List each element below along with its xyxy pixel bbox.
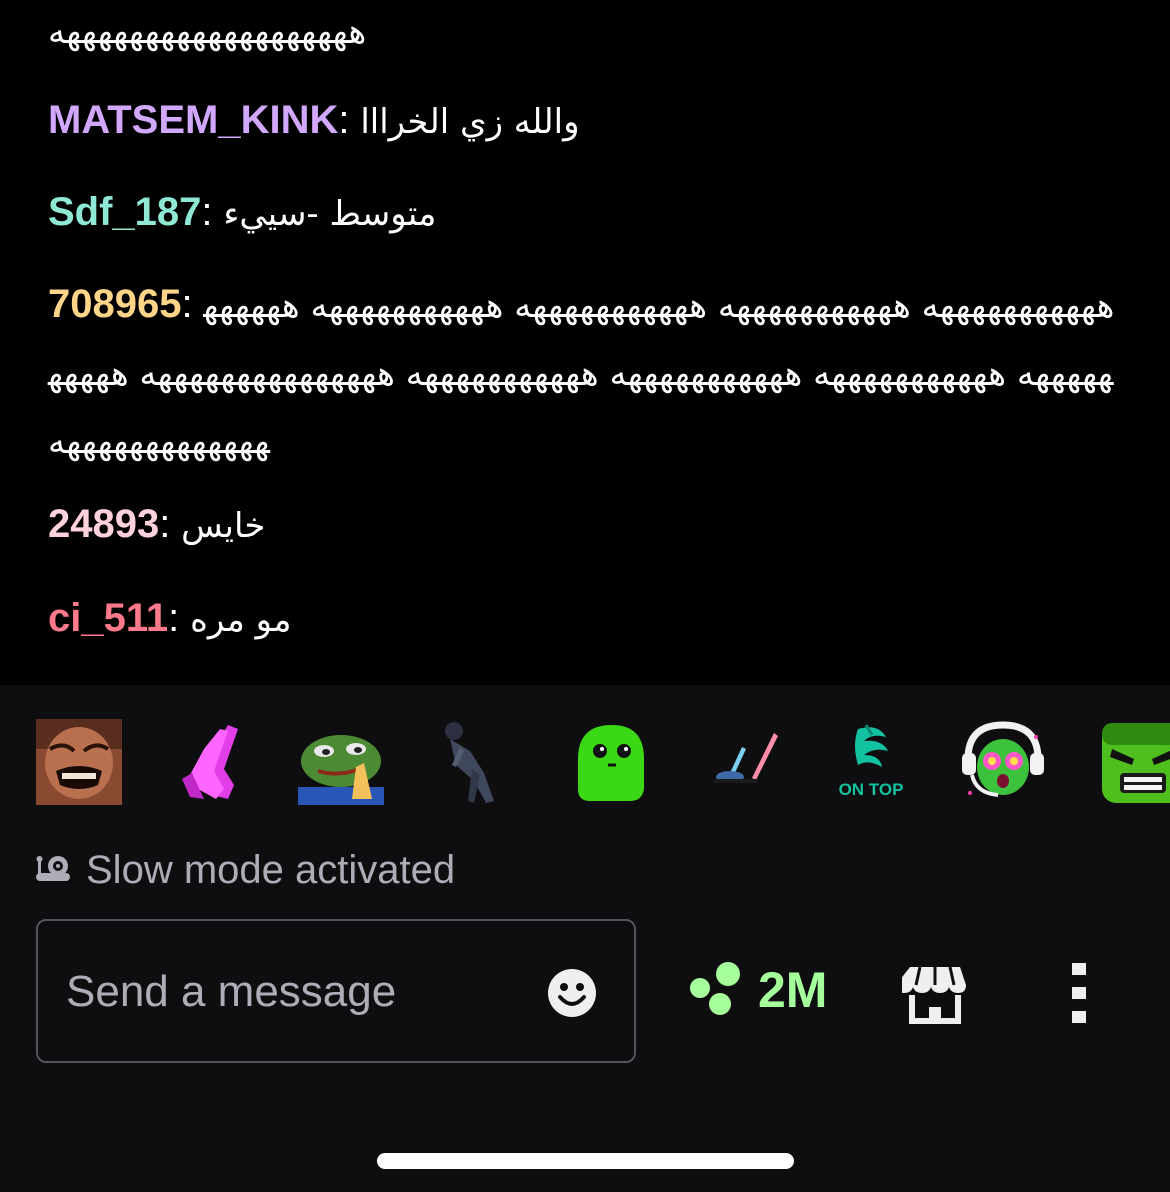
chat-username[interactable]: 708965 bbox=[48, 282, 181, 326]
home-indicator[interactable] bbox=[377, 1153, 794, 1169]
message-composer[interactable] bbox=[36, 919, 636, 1063]
man-bowing-emote[interactable] bbox=[432, 719, 518, 805]
green-gamer-headset-emote[interactable] bbox=[960, 719, 1046, 805]
message-input[interactable] bbox=[64, 951, 538, 1033]
message-text: هههههههههههه هههههههههههه هههههههههههه ه… bbox=[48, 286, 1115, 462]
chat-screen: هههههههههههههههههههه MATSEM_KINK: والله … bbox=[0, 0, 1170, 1192]
chat-message: MATSEM_KINK: والله زي الخرااا bbox=[48, 86, 1128, 156]
message-separator: : bbox=[338, 98, 350, 142]
slow-mode-notice: Slow mode activated bbox=[36, 845, 455, 895]
angry-green-face-emote[interactable] bbox=[1100, 719, 1170, 805]
smiley-icon[interactable] bbox=[546, 967, 598, 1019]
message-text: خايس bbox=[181, 506, 266, 546]
chat-username[interactable]: Sdf_187 bbox=[48, 190, 201, 234]
message-separator: : bbox=[168, 596, 180, 640]
green-blob-emote[interactable] bbox=[568, 719, 654, 805]
message-text: هههههههههههههههههههه bbox=[48, 12, 367, 52]
chat-input-panel: ON TOP Slow mode activated Send a messag… bbox=[0, 685, 1170, 1192]
emote-picker-row: ON TOP bbox=[0, 719, 1170, 809]
chat-username[interactable]: MATSEM_KINK bbox=[48, 98, 338, 142]
chat-username[interactable]: ci_511 bbox=[48, 596, 168, 640]
on-top-logo-emote[interactable]: ON TOP bbox=[828, 719, 914, 805]
snail-icon bbox=[36, 853, 72, 887]
laughing-man-emote[interactable] bbox=[36, 719, 122, 805]
chat-username[interactable]: 24893 bbox=[48, 502, 159, 546]
brush-painting-emote[interactable] bbox=[702, 719, 788, 805]
emote-caption: ON TOP bbox=[839, 780, 904, 799]
pink-praying-hands-emote[interactable] bbox=[170, 719, 256, 805]
channel-points-icon bbox=[688, 960, 744, 1020]
chat-message: Sdf_187: متوسط -سييء bbox=[48, 178, 1128, 248]
chat-message: ci_511: مو مره bbox=[48, 584, 1128, 654]
store-icon[interactable] bbox=[896, 961, 968, 1027]
pepe-pray-emote[interactable] bbox=[298, 719, 384, 805]
channel-points-button[interactable]: 2M bbox=[688, 955, 827, 1025]
message-separator: : bbox=[159, 502, 171, 546]
chat-message: 24893: خايس bbox=[48, 490, 1128, 560]
chat-message: 708965: هههههههههههه هههههههههههه هههههه… bbox=[48, 270, 1128, 476]
channel-points-value: 2M bbox=[758, 962, 828, 1018]
message-separator: : bbox=[181, 282, 193, 326]
chat-log[interactable]: هههههههههههههههههههه MATSEM_KINK: والله … bbox=[0, 0, 1170, 685]
message-text: والله زي الخرااا bbox=[360, 102, 580, 142]
more-vertical-icon[interactable] bbox=[1066, 961, 1094, 1027]
message-separator: : bbox=[201, 190, 213, 234]
chat-message-fragment: هههههههههههههههههههه bbox=[48, 0, 1128, 64]
slow-mode-label: Slow mode activated bbox=[86, 847, 456, 892]
message-text: متوسط -سييء bbox=[223, 194, 437, 234]
message-text: مو مره bbox=[190, 600, 292, 640]
